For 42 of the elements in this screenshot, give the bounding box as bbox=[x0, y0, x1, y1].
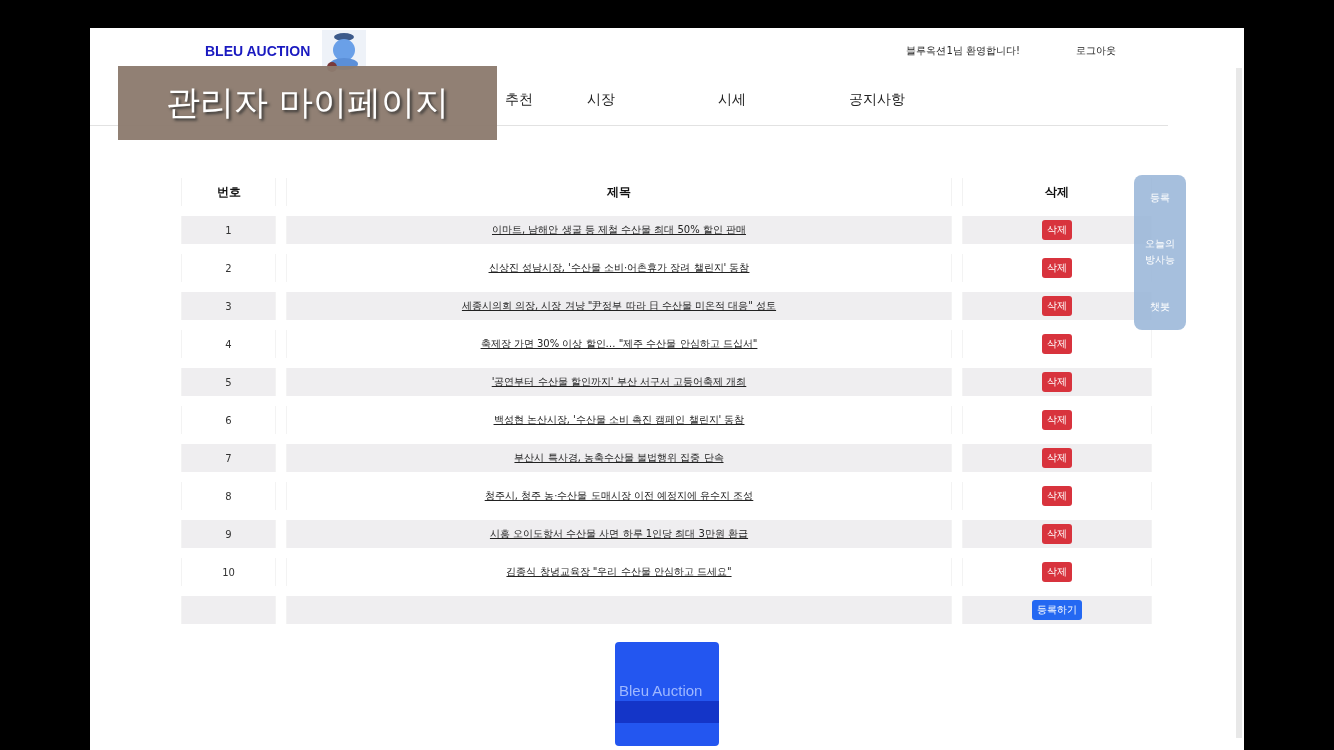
title-link[interactable]: 김종식 창녕교육장 "우리 수산물 안심하고 드세요" bbox=[506, 565, 732, 579]
number-cell: 8 bbox=[181, 482, 276, 510]
number-cell: 7 bbox=[181, 444, 276, 472]
delete-button[interactable]: 삭제 bbox=[1042, 562, 1072, 582]
delete-button[interactable]: 삭제 bbox=[1042, 448, 1072, 468]
logo-text[interactable]: BLEU AUCTION bbox=[205, 43, 311, 59]
logo-text: Bleu Auction bbox=[618, 682, 704, 699]
number-cell: 6 bbox=[181, 406, 276, 434]
title-link[interactable]: 신상진 성남시장, '수산물 소비·어촌휴가 장려 챌린지' 동참 bbox=[488, 261, 750, 275]
title-link[interactable]: 이마트, 남해안 생굴 등 제철 수산물 최대 50% 할인 판매 bbox=[492, 223, 746, 237]
number-cell: 5 bbox=[181, 368, 276, 396]
title-link[interactable]: 세종시의회 의장, 시장 겨냥 "尹정부 따라 日 수산물 미온적 대응" 성토 bbox=[461, 299, 777, 313]
title-link[interactable]: 축제장 가면 30% 이상 할인… "제주 수산물 안심하고 드십서" bbox=[480, 337, 758, 351]
caption-text: 관리자 마이페이지 bbox=[166, 81, 449, 124]
number-cell: 10 bbox=[181, 558, 276, 586]
number-cell: 2 bbox=[181, 254, 276, 282]
delete-button[interactable]: 삭제 bbox=[1042, 410, 1072, 430]
delete-button[interactable]: 삭제 bbox=[1042, 372, 1072, 392]
welcome-text: 블루옥션1님 환영합니다! bbox=[906, 44, 1020, 58]
title-link[interactable]: 부산시 특사경, 농축수산물 불법행위 집중 단속 bbox=[514, 451, 724, 465]
delete-button[interactable]: 삭제 bbox=[1042, 334, 1072, 354]
register-button[interactable]: 등록하기 bbox=[1032, 600, 1082, 620]
nav-item[interactable]: 시세 bbox=[718, 90, 746, 109]
delete-button[interactable]: 삭제 bbox=[1042, 296, 1072, 316]
number-cell: 1 bbox=[181, 216, 276, 244]
delete-button[interactable]: 삭제 bbox=[1042, 524, 1072, 544]
title-link[interactable]: '공연부터 수산물 할인까지' 부산 서구서 고등어축제 개최 bbox=[491, 375, 747, 389]
column-header: 번호 bbox=[181, 178, 276, 206]
number-cell: 9 bbox=[181, 520, 276, 548]
title-link[interactable]: 시흥 오이도항서 수산물 사면 하루 1인당 최대 3만원 환급 bbox=[489, 527, 749, 541]
title-link[interactable]: 백성현 논산시장, '수산물 소비 촉진 캠페인 챌린지' 동참 bbox=[493, 413, 745, 427]
delete-button[interactable]: 삭제 bbox=[1042, 220, 1072, 240]
number-cell: 3 bbox=[181, 292, 276, 320]
column-header: 제목 bbox=[286, 178, 952, 206]
title-link[interactable]: 청주시, 청주 농·수산물 도매시장 이전 예정지에 유수지 조성 bbox=[484, 489, 754, 503]
number-cell: 4 bbox=[181, 330, 276, 358]
nav-item[interactable]: 공지사항 bbox=[849, 90, 905, 109]
delete-button[interactable]: 삭제 bbox=[1042, 258, 1072, 278]
logout-link[interactable]: 로그아웃 bbox=[1076, 44, 1116, 58]
nav-item[interactable]: 추천 bbox=[505, 90, 533, 109]
delete-button[interactable]: 삭제 bbox=[1042, 486, 1072, 506]
nav-item[interactable]: 시장 bbox=[587, 90, 615, 109]
